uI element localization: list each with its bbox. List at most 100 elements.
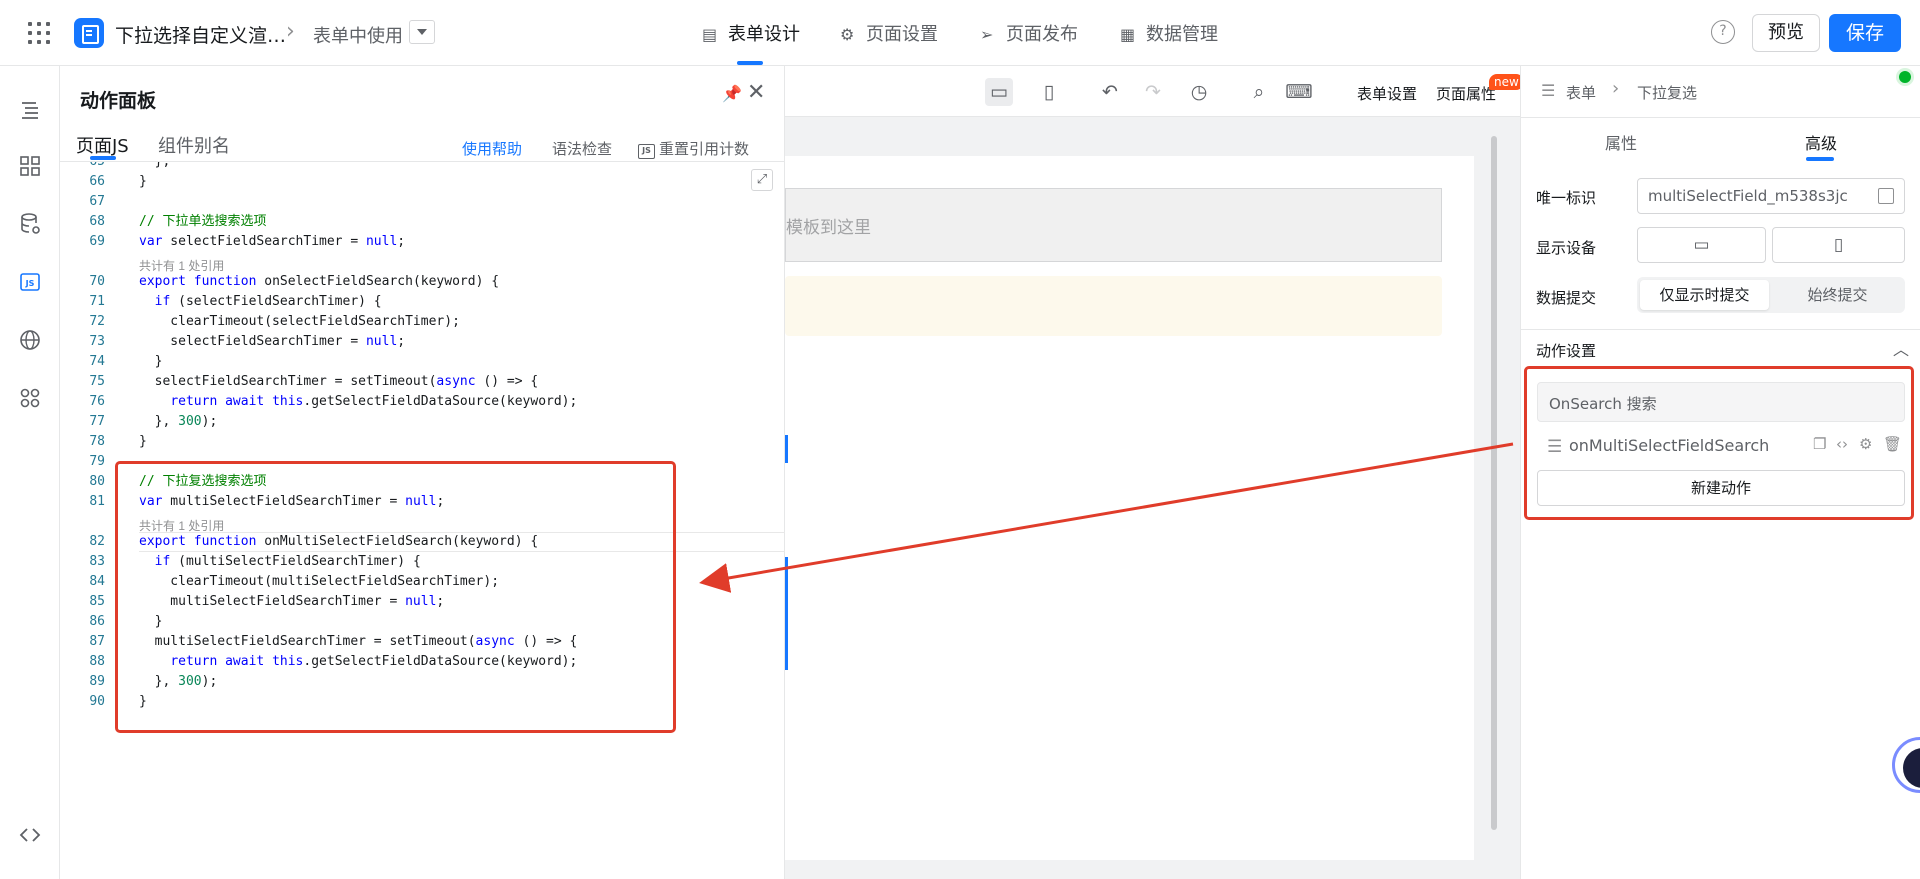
line-number: 86 [89,614,105,629]
data-submit-label: 数据提交 [1536,289,1597,307]
line-number: 65 [60,162,105,172]
breadcrumb-page[interactable]: 表单中使用 [313,22,403,48]
outline-tree-icon[interactable] [18,98,42,122]
code-line[interactable]: 65 }; [60,162,785,172]
design-canvas: ▭ ▯ ↶ ↷ ◷ ⌕ ⌨ 表单设置 页面属性 new 模板到这里 [785,66,1524,879]
redo-icon[interactable]: ↷ [1139,78,1167,106]
tab-properties[interactable]: 属性 [1605,130,1637,154]
globe-icon[interactable] [18,328,42,352]
mobile-view-icon[interactable]: ▯ [1035,78,1063,106]
code-text: }, 300); [139,414,218,429]
breadcrumb-component[interactable]: 下拉复选 [1637,82,1697,103]
active-tab-indicator [1806,157,1834,161]
file-text-icon: ▤ [702,25,718,44]
code-line[interactable]: 77 }, 300); [60,412,785,432]
app-logo-icon [74,18,104,48]
table-icon: ▦ [1120,25,1136,44]
keyboard-icon[interactable]: ⌨ [1285,78,1313,106]
line-number: 69 [89,234,105,249]
line-number: 73 [89,334,105,349]
line-number: 84 [89,574,105,589]
tab-page-publish[interactable]: ➢ 页面发布 [980,20,1078,46]
code-line[interactable]: 78} [60,432,785,452]
new-badge: new [1489,74,1524,90]
desktop-view-icon[interactable]: ▭ [985,78,1013,106]
data-source-icon[interactable] [18,212,42,236]
tab-page-settings[interactable]: ⚙ 页面设置 [840,20,938,46]
mobile-icon[interactable]: ▯ [1772,227,1905,263]
reset-ref-count-button[interactable]: JS 重置引用计数 [638,138,749,159]
close-icon[interactable]: ✕ [747,80,765,105]
app-title[interactable]: 下拉选择自定义渲… [115,21,286,48]
submit-always-option[interactable]: 始终提交 [1773,280,1902,310]
tab-form-design[interactable]: ▤ 表单设计 [702,20,800,46]
tab-data-management[interactable]: ▦ 数据管理 [1120,20,1218,46]
display-device-label: 显示设备 [1536,239,1597,257]
code-line[interactable]: 74 } [60,352,785,372]
line-number: 80 [89,474,105,489]
help-link[interactable]: 使用帮助 [462,138,522,159]
line-number: 83 [89,554,105,569]
breadcrumb-form[interactable]: 表单 [1566,82,1596,103]
history-icon[interactable]: ◷ [1185,78,1213,106]
components-icon[interactable] [18,154,42,178]
line-number: 72 [89,314,105,329]
line-number: 74 [89,354,105,369]
code-line[interactable]: 68 // 下拉单选搜索选项 [60,212,785,232]
submit-when-visible-option[interactable]: 仅显示时提交 [1640,280,1769,310]
code-line[interactable]: 71 if (selectFieldSearchTimer) { [60,292,785,312]
pin-icon[interactable]: 📌 [722,84,742,103]
line-number: 89 [89,674,105,689]
form-settings-button[interactable]: 表单设置 [1357,83,1417,104]
vertical-scrollbar[interactable] [1491,136,1497,830]
code-line[interactable]: 73 selectFieldSearchTimer = null; [60,332,785,352]
tab-component-alias[interactable]: 组件别名 [158,132,230,158]
code-line[interactable]: 76 return await this.getSelectFieldDataS… [60,392,785,412]
notice-bar [785,276,1442,336]
desktop-icon[interactable]: ▭ [1637,227,1766,263]
syntax-check-button[interactable]: 语法检查 [552,138,612,159]
code-line[interactable]: 72 clearTimeout(selectFieldSearchTimer); [60,312,785,332]
template-drop-zone[interactable]: 模板到这里 [785,188,1442,262]
canvas-page: 模板到这里 [785,156,1474,860]
selection-outline [785,557,788,670]
search-icon[interactable]: ⌕ [1245,78,1273,106]
chevron-up-icon[interactable]: ︿ [1893,336,1909,360]
apps-grid-icon[interactable] [28,22,50,44]
line-number: 68 [89,214,105,229]
help-icon[interactable]: ? [1711,20,1735,44]
gear-icon: ⚙ [840,25,855,44]
expand-icon[interactable]: ⤢ [751,169,773,191]
tab-page-js[interactable]: 页面JS [76,132,129,158]
js-code-icon[interactable]: JS [18,270,42,294]
undo-icon[interactable]: ↶ [1096,78,1124,106]
page-properties-button[interactable]: 页面属性 [1436,83,1496,104]
code-line[interactable]: 75 selectFieldSearchTimer = setTimeout(a… [60,372,785,392]
code-line[interactable]: 70 export function onSelectFieldSearch(ke… [60,272,785,292]
status-dot [1899,71,1911,83]
drop-hint: 模板到这里 [786,218,871,238]
reference-count-lens[interactable]: 共计有 1 处引用 [139,257,224,274]
line-number: 76 [89,394,105,409]
unique-id-label: 唯一标识 [1536,189,1597,207]
breadcrumb-dropdown-button[interactable] [409,20,435,44]
preview-button[interactable]: 预览 [1752,14,1820,52]
code-line[interactable]: 67 [60,192,785,212]
action-highlight-box [1524,366,1914,520]
code-highlight-box [115,461,676,733]
send-icon: ➢ [980,25,994,44]
plugins-icon[interactable] [18,386,42,410]
code-line[interactable]: 66} [60,172,785,192]
source-code-icon[interactable] [18,823,42,847]
code-text: } [139,174,147,189]
code-line[interactable]: 69 var selectFieldSearchTimer = null; [60,232,785,252]
line-number: 78 [89,434,105,449]
chevron-right-icon: › [286,19,295,44]
selection-outline [785,435,788,463]
unique-id-field[interactable]: multiSelectField_m538s3jc [1637,178,1905,214]
active-tab-indicator [90,156,116,160]
tab-advanced[interactable]: 高级 [1805,130,1837,154]
save-button[interactable]: 保存 [1829,14,1901,52]
panel-header: ☰ 表单 › 下拉复选 [1521,66,1920,118]
copy-icon[interactable] [1878,188,1894,204]
